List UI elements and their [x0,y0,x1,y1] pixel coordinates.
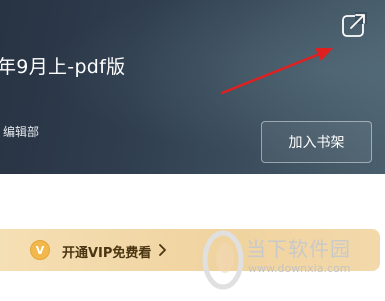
watermark-url: www.downxia.com [248,262,351,275]
vip-label[interactable]: 开通VIP免费看 [62,242,151,261]
share-external-icon[interactable] [341,12,367,38]
book-title: 年9月上-pdf版 [0,56,126,78]
book-publisher: 编辑部 [3,125,40,139]
add-to-shelf-button[interactable]: 加入书架 [261,121,372,163]
watermark-name: 当下软件园 [246,237,351,261]
vip-coin-icon: V [30,240,50,260]
watermark-logo-icon [202,230,244,290]
chevron-right-icon [159,244,166,256]
book-header: 年9月上-pdf版 编辑部 加入书架 [0,0,385,174]
